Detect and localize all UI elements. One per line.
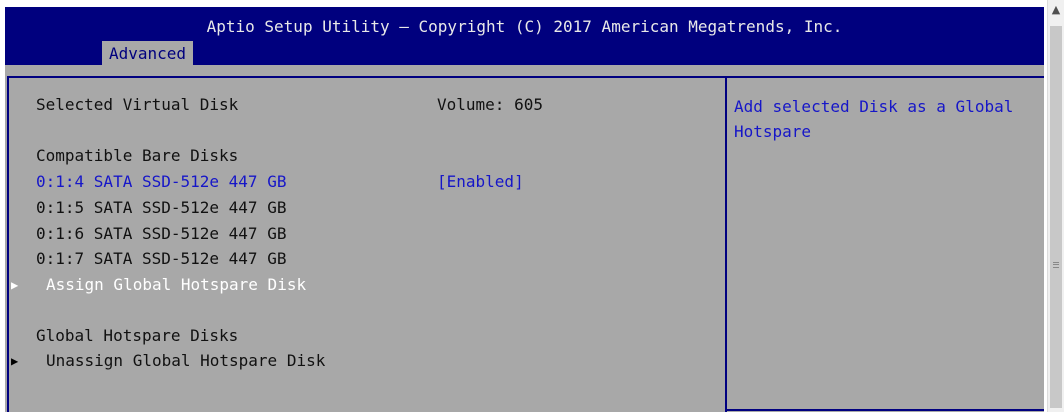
global-hotspare-disks-label: Global Hotspare Disks: [36, 326, 239, 345]
bare-disk-item[interactable]: 0:1:7 SATA SSD-512e 447 GB: [36, 246, 286, 272]
bare-disk-item[interactable]: 0:1:5 SATA SSD-512e 447 GB: [36, 195, 286, 221]
bare-disk-enabled-value[interactable]: [Enabled]: [437, 169, 524, 195]
selected-virtual-disk-value: Volume: 605: [437, 95, 543, 114]
help-panel-bottom-border: [727, 409, 1044, 411]
grip-icon: [1053, 262, 1059, 268]
right-triangle-icon: ▶: [11, 278, 19, 292]
tab-advanced[interactable]: Advanced: [102, 41, 194, 65]
vertical-scrollbar[interactable]: ▲: [1047, 0, 1064, 412]
help-panel-divider: [725, 76, 727, 412]
header-title: Aptio Setup Utility – Copyright (C) 2017…: [206, 17, 843, 36]
screen: Aptio Setup Utility – Copyright (C) 2017…: [0, 0, 1064, 412]
selected-virtual-disk-label: Selected Virtual Disk: [36, 95, 239, 114]
scrollbar-thumb[interactable]: [1050, 26, 1062, 408]
bare-disk-item-selected[interactable]: 0:1:4 SATA SSD-512e 447 GB: [36, 169, 286, 195]
header-bar: Aptio Setup Utility – Copyright (C) 2017…: [5, 7, 1044, 65]
bare-disk-item[interactable]: 0:1:6 SATA SSD-512e 447 GB: [36, 221, 286, 247]
right-triangle-icon: ▶: [11, 354, 19, 368]
help-text: Add selected Disk as a Global Hotspare: [734, 97, 1023, 141]
assign-global-hotspare-button[interactable]: Assign Global Hotspare Disk: [46, 272, 306, 298]
unassign-global-hotspare-button[interactable]: Unassign Global Hotspare Disk: [46, 348, 325, 374]
bios-setup-window: Aptio Setup Utility – Copyright (C) 2017…: [5, 7, 1044, 412]
up-triangle-icon[interactable]: ▲: [1048, 0, 1064, 20]
compatible-bare-disks-label: Compatible Bare Disks: [36, 146, 239, 165]
